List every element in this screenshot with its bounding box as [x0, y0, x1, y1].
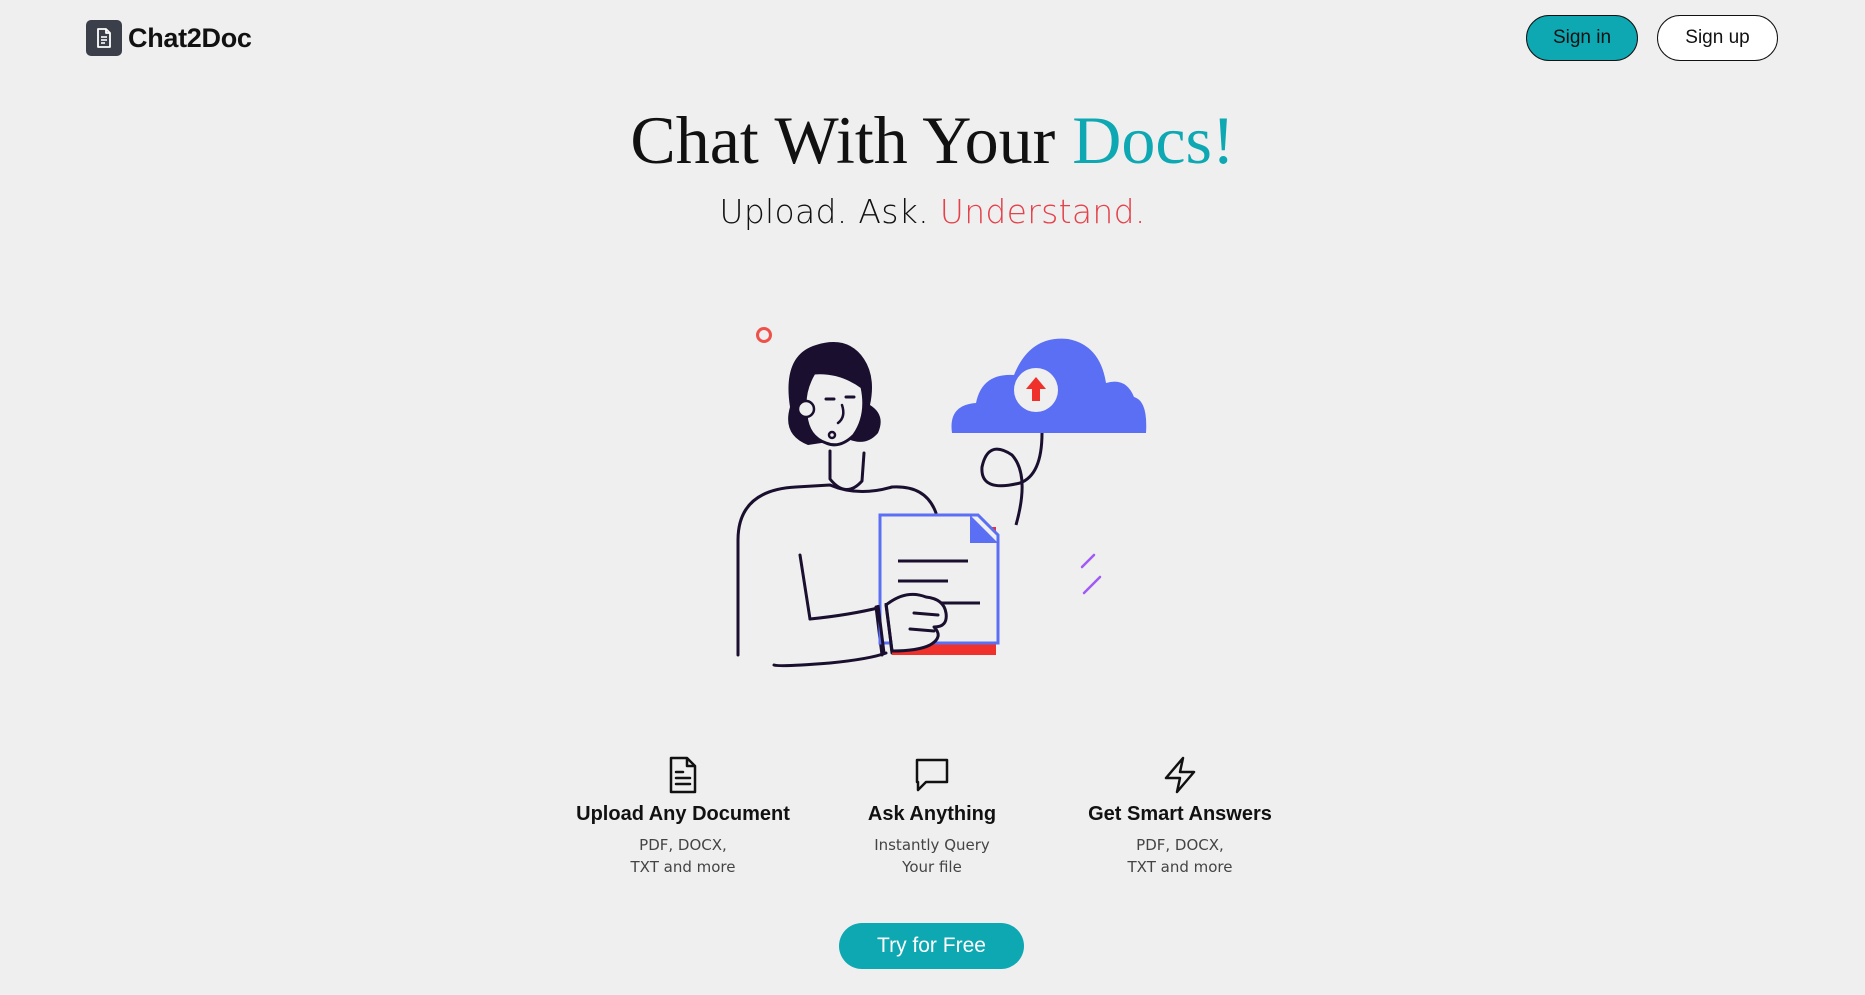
sign-up-button[interactable]: Sign up [1657, 15, 1778, 61]
cloud-cord [980, 432, 1044, 526]
document-logo-icon [86, 20, 122, 56]
feature-desc-line: PDF, DOCX, [1136, 836, 1224, 854]
feature-answers: Get Smart Answers PDF, DOCX, TXT and mor… [1050, 755, 1310, 878]
hero-title-text: Chat With Your [630, 102, 1073, 178]
document-icon [663, 755, 703, 795]
feature-desc-line: Instantly Query [874, 836, 990, 854]
feature-desc-line: Your file [902, 858, 962, 876]
sign-in-button[interactable]: Sign in [1526, 15, 1638, 61]
chat-bubble-icon [912, 755, 952, 795]
decor-slash-2 [1082, 575, 1102, 595]
feature-desc-line: TXT and more [1127, 858, 1233, 876]
hero-illustration [730, 315, 1150, 675]
feature-desc-line: TXT and more [630, 858, 736, 876]
person-head [788, 342, 881, 447]
feature-title: Get Smart Answers [1088, 803, 1272, 825]
hero-title-accent: Docs! [1072, 102, 1235, 178]
feature-title: Upload Any Document [576, 803, 790, 825]
scrollbar[interactable] [1849, 0, 1865, 995]
feature-desc: Instantly Query Your file [802, 834, 1062, 878]
page: Chat2Doc Sign in Sign up Chat With Your … [0, 0, 1865, 995]
lightning-icon [1160, 755, 1200, 795]
feature-desc: PDF, DOCX, TXT and more [553, 834, 813, 878]
header: Chat2Doc Sign in Sign up [0, 0, 1849, 78]
feature-title: Ask Anything [867, 803, 997, 825]
logo-text: Chat2Doc [128, 22, 252, 53]
logo[interactable]: Chat2Doc [86, 20, 252, 56]
decor-circle [756, 327, 772, 343]
hero-subtitle-text: Upload. Ask. [719, 192, 940, 231]
hero-subtitle-accent: Understand. [939, 192, 1146, 231]
decor-slash-1 [1080, 553, 1096, 569]
try-for-free-button[interactable]: Try for Free [839, 923, 1024, 969]
hero-subtitle: Upload. Ask. Understand. [0, 192, 1865, 231]
hero-title: Chat With Your Docs! [0, 100, 1865, 182]
feature-upload: Upload Any Document PDF, DOCX, TXT and m… [553, 755, 813, 878]
feature-desc: PDF, DOCX, TXT and more [1050, 834, 1310, 878]
feature-ask: Ask Anything Instantly Query Your file [802, 755, 1062, 878]
upload-cloud-icon [951, 338, 1147, 433]
feature-desc-line: PDF, DOCX, [639, 836, 727, 854]
